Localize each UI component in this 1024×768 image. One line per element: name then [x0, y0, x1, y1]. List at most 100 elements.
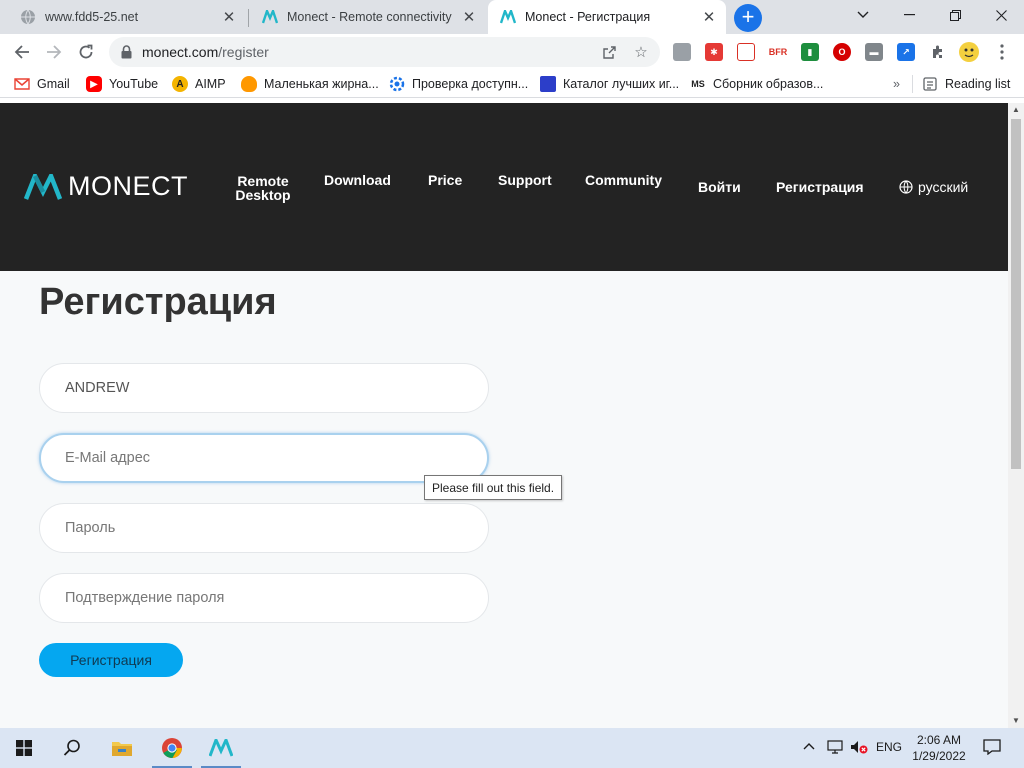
- close-window-icon[interactable]: [978, 0, 1024, 30]
- tab-title: www.fdd5-25.net: [45, 10, 139, 24]
- bookmark-label: Gmail: [37, 77, 70, 91]
- monect-logo[interactable]: MONECT: [24, 171, 188, 202]
- register-submit-button[interactable]: Регистрация: [39, 643, 183, 677]
- extension-5-icon[interactable]: ▮: [801, 43, 819, 61]
- monect-favicon-icon: [500, 9, 516, 25]
- extension-8-icon[interactable]: ↗: [897, 43, 915, 61]
- scroll-up-arrow-icon[interactable]: ▲: [1008, 103, 1024, 117]
- network-icon[interactable]: [827, 740, 843, 757]
- tab-separator: [248, 9, 249, 27]
- browser-toolbar: monect.com/register ☆ ✱ BFR ▮ O ▬ ↗: [0, 34, 1024, 70]
- logo-wordmark: MONECT: [68, 171, 188, 201]
- aimp-icon: A: [172, 76, 188, 92]
- name-field[interactable]: ANDREW: [39, 363, 489, 413]
- bookmark-katalog[interactable]: Каталог лучших иг...: [540, 75, 679, 93]
- tab-fdd5[interactable]: www.fdd5-25.net ✕: [8, 0, 246, 34]
- monect-logo-icon: [24, 173, 62, 200]
- tab-search-icon[interactable]: [840, 0, 886, 30]
- more-bookmarks-icon[interactable]: »: [893, 75, 900, 93]
- profile-avatar-icon[interactable]: [955, 38, 983, 66]
- puzzle-extensions-icon[interactable]: [924, 38, 952, 66]
- bookmark-star-icon[interactable]: ☆: [632, 43, 650, 61]
- url-host: monect.com: [142, 44, 219, 60]
- show-hidden-icons-chevron-icon[interactable]: [803, 739, 815, 753]
- input-language[interactable]: ENG: [876, 740, 902, 754]
- bookmark-sbornik[interactable]: MS Сборник образов...: [690, 75, 823, 93]
- extension-1-icon[interactable]: [673, 43, 691, 61]
- url-text: monect.com/register: [142, 44, 269, 60]
- chrome-taskbar-icon[interactable]: [148, 728, 196, 768]
- extension-3-icon[interactable]: [737, 43, 755, 61]
- bookmark-malenkaya[interactable]: Маленькая жирна...: [241, 75, 379, 93]
- bookmark-gmail[interactable]: Gmail: [14, 75, 70, 93]
- clock-date: 1/29/2022: [912, 749, 966, 763]
- ms-icon: MS: [691, 79, 705, 89]
- nav-download[interactable]: Download: [324, 173, 391, 187]
- nav-remote-desktop[interactable]: Remote Desktop: [230, 174, 296, 202]
- minimize-icon[interactable]: [886, 0, 932, 30]
- tab-monect-register[interactable]: Monect - Регистрация ✕: [488, 0, 726, 34]
- lock-icon[interactable]: [121, 45, 132, 62]
- bookmark-aimp[interactable]: A AIMP: [172, 75, 226, 93]
- bookmark-label: Сборник образов...: [713, 77, 824, 91]
- close-tab-icon[interactable]: ✕: [220, 8, 238, 26]
- chrome-menu-icon[interactable]: [988, 38, 1016, 66]
- volume-muted-icon[interactable]: [850, 740, 868, 757]
- monect-taskbar-icon[interactable]: [197, 728, 245, 768]
- globe-icon: [20, 9, 36, 25]
- close-tab-icon[interactable]: ✕: [700, 8, 718, 26]
- scrollbar-thumb[interactable]: [1011, 119, 1021, 469]
- extension-7-icon[interactable]: ▬: [865, 43, 883, 61]
- nav-login[interactable]: Войти: [698, 180, 741, 194]
- new-tab-button[interactable]: +: [734, 4, 762, 32]
- notifications-icon[interactable]: [983, 739, 1001, 758]
- browser-tab-strip: www.fdd5-25.net ✕ Monect - Remote connec…: [0, 0, 1024, 34]
- nav-remote-desktop-line2: Desktop: [235, 187, 291, 203]
- clock-time: 2:06 AM: [916, 733, 962, 747]
- extension-4-icon[interactable]: BFR: [769, 43, 787, 61]
- extension-6-icon[interactable]: O: [833, 43, 851, 61]
- reading-list-label: Reading list: [945, 77, 1011, 91]
- search-icon[interactable]: [48, 728, 96, 768]
- globe-icon: [899, 180, 913, 194]
- email-field[interactable]: E-Mail адрес: [39, 433, 489, 483]
- tab-title: Monect - Remote connectivity | R: [287, 10, 454, 24]
- bookmark-label: Каталог лучших иг...: [563, 77, 680, 91]
- reading-list-button[interactable]: Reading list: [922, 75, 1010, 93]
- system-clock[interactable]: 2:06 AM 1/29/2022: [906, 732, 972, 764]
- reload-icon[interactable]: [72, 38, 100, 66]
- catalog-icon: [540, 76, 556, 92]
- language-selector[interactable]: русский: [899, 180, 968, 194]
- nav-price[interactable]: Price: [428, 173, 462, 187]
- restore-icon[interactable]: [932, 0, 978, 30]
- reading-list-icon: [922, 76, 938, 92]
- extension-2-icon[interactable]: ✱: [705, 43, 723, 61]
- nav-support[interactable]: Support: [498, 173, 552, 187]
- page-scrollbar[interactable]: ▲ ▼: [1008, 103, 1024, 728]
- bookmark-youtube[interactable]: ▶ YouTube: [86, 75, 158, 93]
- windows-taskbar: ENG 2:06 AM 1/29/2022: [0, 728, 1024, 768]
- tab-monect-remote[interactable]: Monect - Remote connectivity | R ✕: [250, 0, 486, 34]
- name-value: ANDREW: [65, 380, 130, 396]
- password-field[interactable]: Пароль: [39, 503, 489, 553]
- nav-community[interactable]: Community: [585, 173, 662, 187]
- fire-icon: [241, 76, 257, 92]
- email-placeholder: E-Mail адрес: [65, 450, 151, 466]
- back-arrow-icon[interactable]: [8, 38, 36, 66]
- start-windows-icon[interactable]: [0, 728, 48, 768]
- bookmark-label: AIMP: [195, 77, 226, 91]
- address-bar[interactable]: monect.com/register ☆: [109, 37, 660, 67]
- close-tab-icon[interactable]: ✕: [460, 8, 478, 26]
- confirm-password-placeholder: Подтверждение пароля: [65, 590, 225, 606]
- file-explorer-icon[interactable]: [98, 728, 146, 768]
- share-icon[interactable]: [600, 43, 618, 61]
- bookmark-proverka[interactable]: Проверка доступн...: [389, 75, 528, 93]
- page-content: MONECT Remote Desktop Download Price Sup…: [0, 103, 1008, 728]
- url-path: /register: [218, 44, 269, 60]
- scroll-down-arrow-icon[interactable]: ▼: [1008, 714, 1024, 728]
- nav-register[interactable]: Регистрация: [776, 180, 864, 194]
- confirm-password-field[interactable]: Подтверждение пароля: [39, 573, 489, 623]
- page-title: Регистрация: [39, 281, 277, 323]
- forward-arrow-icon[interactable]: [40, 38, 68, 66]
- monect-favicon-icon: [262, 9, 278, 25]
